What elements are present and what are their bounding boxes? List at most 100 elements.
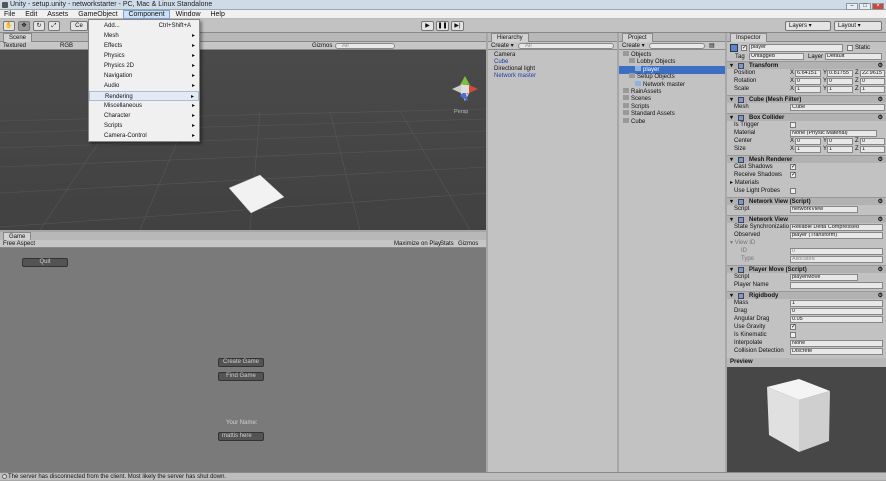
hierarchy-create-dropdown[interactable]: Create ▾ <box>491 42 514 50</box>
pause-button[interactable]: ❚❚ <box>436 21 449 31</box>
size-x-field[interactable]: 1 <box>795 146 821 153</box>
gear-icon[interactable]: ⚙ <box>878 266 883 274</box>
gear-icon[interactable]: ⚙ <box>878 96 883 104</box>
scale-y-field[interactable]: 1 <box>827 86 853 93</box>
pivot-toggle[interactable]: Ce <box>70 21 88 31</box>
play-button[interactable]: ▶ <box>421 21 434 31</box>
center-x-field[interactable]: 0 <box>795 138 821 145</box>
collision-detection-dropdown[interactable]: Discrete <box>790 348 883 355</box>
rotation-z-field[interactable]: 0 <box>860 78 885 85</box>
transform-header[interactable]: Transform ▾ ⚙ <box>727 61 886 69</box>
project-search-input[interactable] <box>649 43 705 49</box>
foldout-arrow-icon[interactable]: ▾ <box>730 156 733 164</box>
position-x-field[interactable]: 6.64151 <box>795 70 821 77</box>
component-menu-item[interactable]: Scripts ▸ <box>89 121 199 131</box>
gear-icon[interactable]: ⚙ <box>878 114 883 122</box>
game-view[interactable]: Game Free Aspect Maximize on Play Stats … <box>0 232 486 472</box>
component-menu-item[interactable]: Effects ▸ <box>89 41 199 51</box>
static-checkbox[interactable] <box>847 45 853 51</box>
rotate-tool-button[interactable]: ↻ <box>33 21 45 31</box>
foldout-arrow-icon[interactable]: ▾ <box>730 96 733 104</box>
minimize-button[interactable]: – <box>846 3 858 10</box>
component-menu-item[interactable]: Rendering ▸ <box>89 91 199 101</box>
network-view-script-header[interactable]: Network View (Script) ▾ ⚙ <box>727 197 886 205</box>
filter-icon[interactable]: ▤ <box>709 42 715 50</box>
tab-scene[interactable]: Scene <box>3 33 33 42</box>
center-z-field[interactable]: 0 <box>860 138 885 145</box>
layers-dropdown[interactable]: Layers ▾ <box>785 21 831 31</box>
mass-field[interactable]: 1 <box>790 300 883 307</box>
maximize-button[interactable]: □ <box>859 3 871 10</box>
scene-gizmos-dropdown[interactable]: Gizmos <box>312 42 332 50</box>
tab-project[interactable]: Project <box>622 33 653 42</box>
project-tree-item[interactable]: Cube <box>619 117 725 126</box>
foldout-arrow-icon[interactable]: ▾ <box>730 292 733 300</box>
shading-mode-dropdown[interactable]: Textured <box>3 42 26 50</box>
hierarchy-item[interactable]: Network master <box>488 72 617 80</box>
state-sync-dropdown[interactable]: Reliable Delta Compressed <box>790 224 883 231</box>
receive-shadows-checkbox[interactable]: ✓ <box>790 172 796 178</box>
player-move-header[interactable]: Player Move (Script) ▾ ⚙ <box>727 265 886 273</box>
angular-drag-field[interactable]: 0.05 <box>790 316 883 323</box>
menu-help[interactable]: Help <box>206 10 228 19</box>
observed-field[interactable]: player (Transform) <box>790 232 883 239</box>
layer-dropdown[interactable]: Default <box>825 53 882 60</box>
tab-hierarchy[interactable]: Hierarchy <box>491 33 529 42</box>
mesh-renderer-header[interactable]: Mesh Renderer ▾ ⚙ <box>727 155 886 163</box>
project-create-dropdown[interactable]: Create ▾ <box>622 42 645 50</box>
mesh-field[interactable]: Cube <box>790 104 885 111</box>
active-checkbox[interactable]: ✓ <box>741 45 747 51</box>
game-gizmos-toggle[interactable]: Gizmos <box>458 240 478 248</box>
component-menu-item[interactable]: Navigation ▸ <box>89 71 199 81</box>
foldout-arrow-icon[interactable]: ▾ <box>730 216 733 224</box>
box-collider-header[interactable]: Box Collider ▾ ⚙ <box>727 113 886 121</box>
render-mode-dropdown[interactable]: RGB <box>60 42 73 50</box>
step-button[interactable]: ▶| <box>451 21 464 31</box>
materials-foldout[interactable]: ▸ Materials <box>730 179 790 187</box>
material-field[interactable]: None (Physic Material) <box>790 130 877 137</box>
nv-script-field[interactable]: networkView <box>790 206 858 213</box>
rigidbody-header[interactable]: Rigidbody ▾ ⚙ <box>727 291 886 299</box>
create-game-button[interactable]: Create Game <box>218 358 264 367</box>
preview-header[interactable]: Preview <box>727 358 886 367</box>
maximize-on-play-toggle[interactable]: Maximize on Play <box>394 240 441 248</box>
find-game-button[interactable]: Find Game <box>218 372 264 381</box>
gear-icon[interactable]: ⚙ <box>878 216 883 224</box>
layout-dropdown[interactable]: Layout ▾ <box>834 21 882 31</box>
foldout-arrow-icon[interactable]: ▾ <box>730 198 733 206</box>
scale-x-field[interactable]: 1 <box>795 86 821 93</box>
pm-script-field[interactable]: playerMove <box>790 274 858 281</box>
is-kinematic-checkbox[interactable] <box>790 332 796 338</box>
name-input[interactable]: mattis here <box>218 432 264 441</box>
quit-button[interactable]: Quit <box>22 258 68 267</box>
gear-icon[interactable]: ⚙ <box>878 62 883 70</box>
gear-icon[interactable]: ⚙ <box>878 156 883 164</box>
use-gravity-checkbox[interactable]: ✓ <box>790 324 796 330</box>
menu-gameobject[interactable]: GameObject <box>74 10 121 19</box>
component-menu-item[interactable]: Mesh ▸ <box>89 31 199 41</box>
gear-icon[interactable]: ⚙ <box>878 292 883 300</box>
center-y-field[interactable]: 0 <box>827 138 853 145</box>
component-menu-item[interactable]: Miscellaneous ▸ <box>89 101 199 111</box>
view-id-foldout[interactable]: ▾ View ID <box>730 239 790 247</box>
use-light-probes-checkbox[interactable] <box>790 188 796 194</box>
foldout-arrow-icon[interactable]: ▾ <box>730 114 733 122</box>
component-menu-item[interactable]: Camera-Control ▸ <box>89 131 199 141</box>
stats-toggle[interactable]: Stats <box>440 240 454 248</box>
gear-icon[interactable]: ⚙ <box>878 198 883 206</box>
scene-view[interactable]: Scene Textured RGB Gizmos All Persp <box>0 33 486 230</box>
tag-dropdown[interactable]: Untagged <box>749 53 804 60</box>
component-menu-item[interactable]: Add... Ctrl+Shift+A <box>89 21 199 31</box>
status-message[interactable]: The server has disconnected from the cli… <box>8 474 226 480</box>
tab-inspector[interactable]: Inspector <box>730 33 767 42</box>
menu-window[interactable]: Window <box>172 10 205 19</box>
preview-viewport[interactable] <box>727 367 886 472</box>
menu-edit[interactable]: Edit <box>21 10 41 19</box>
position-z-field[interactable]: 22.9615 <box>860 70 885 77</box>
component-menu-item[interactable]: Audio ▸ <box>89 81 199 91</box>
menu-file[interactable]: File <box>0 10 19 19</box>
player-name-field[interactable] <box>790 282 883 289</box>
scene-viewport[interactable]: Persp <box>0 51 486 230</box>
scene-search-input[interactable]: All <box>335 43 395 49</box>
close-button[interactable]: × <box>872 3 884 10</box>
